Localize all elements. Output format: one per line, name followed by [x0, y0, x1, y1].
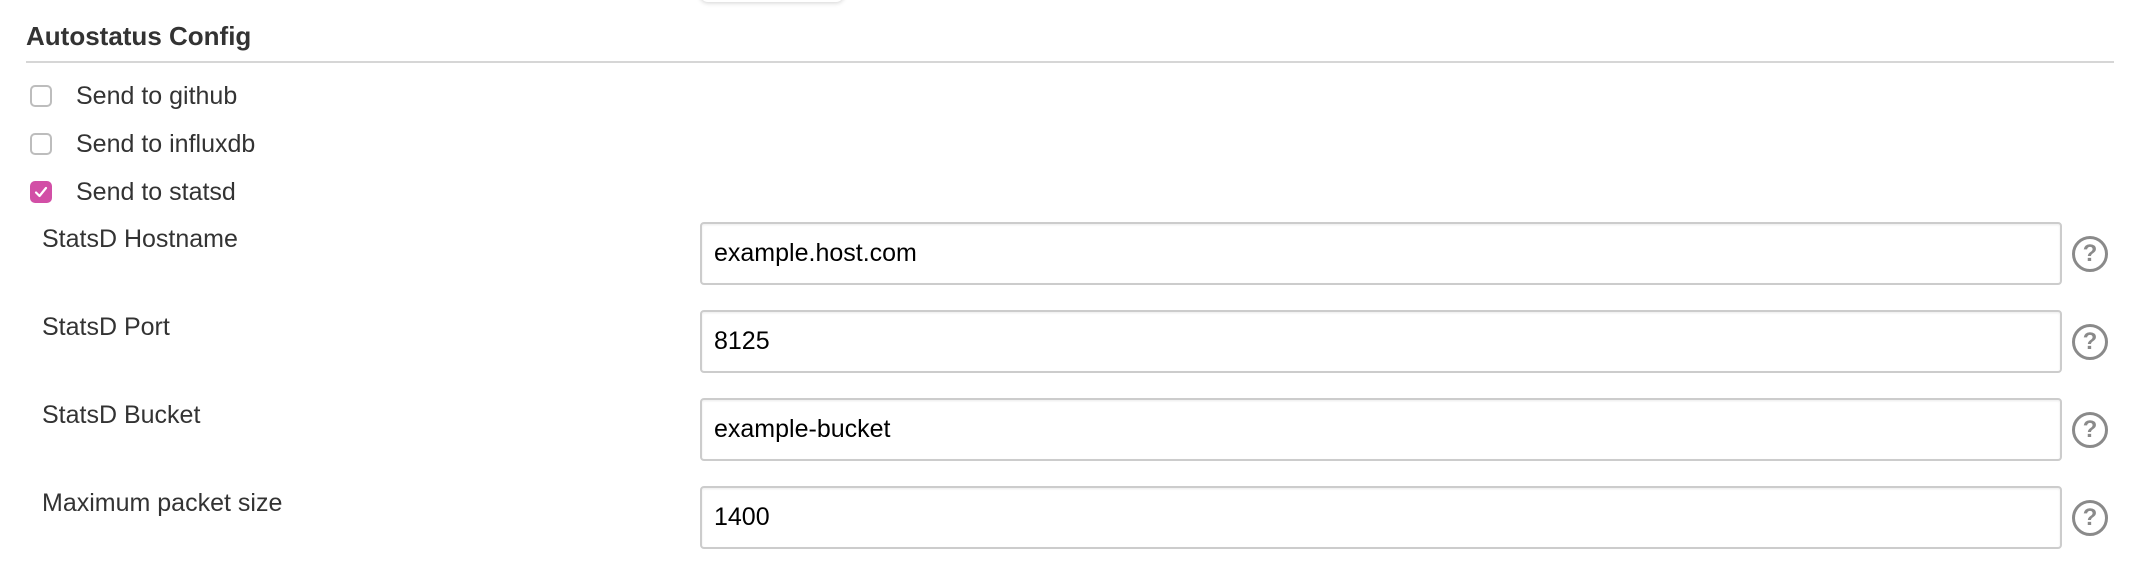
- statsd-bucket-label: StatsD Bucket: [42, 401, 201, 429]
- send-to-github-checkbox[interactable]: [30, 85, 52, 107]
- statsd-port-label: StatsD Port: [42, 313, 170, 341]
- maximum-packet-size-input[interactable]: [700, 486, 2062, 549]
- send-to-influxdb-label[interactable]: Send to influxdb: [76, 130, 255, 159]
- section-divider: [26, 61, 2114, 63]
- send-to-github-row[interactable]: Send to github: [30, 76, 237, 116]
- statsd-hostname-input[interactable]: [700, 222, 2062, 285]
- send-to-statsd-label[interactable]: Send to statsd: [76, 178, 236, 207]
- send-to-statsd-checkbox[interactable]: [30, 181, 52, 203]
- maximum-packet-size-label: Maximum packet size: [42, 489, 283, 517]
- section-title: Autostatus Config: [26, 21, 252, 51]
- help-icon[interactable]: ?: [2072, 324, 2108, 360]
- send-to-statsd-row[interactable]: Send to statsd: [30, 172, 236, 212]
- help-icon[interactable]: ?: [2072, 412, 2108, 448]
- help-icon[interactable]: ?: [2072, 236, 2108, 272]
- help-icon[interactable]: ?: [2072, 500, 2108, 536]
- send-to-influxdb-checkbox[interactable]: [30, 133, 52, 155]
- send-to-influxdb-row[interactable]: Send to influxdb: [30, 124, 255, 164]
- statsd-port-input[interactable]: [700, 310, 2062, 373]
- collapsed-panel-edge: [700, 0, 844, 2]
- check-icon: [34, 186, 48, 198]
- statsd-hostname-label: StatsD Hostname: [42, 225, 238, 253]
- statsd-bucket-input[interactable]: [700, 398, 2062, 461]
- send-to-github-label[interactable]: Send to github: [76, 82, 237, 111]
